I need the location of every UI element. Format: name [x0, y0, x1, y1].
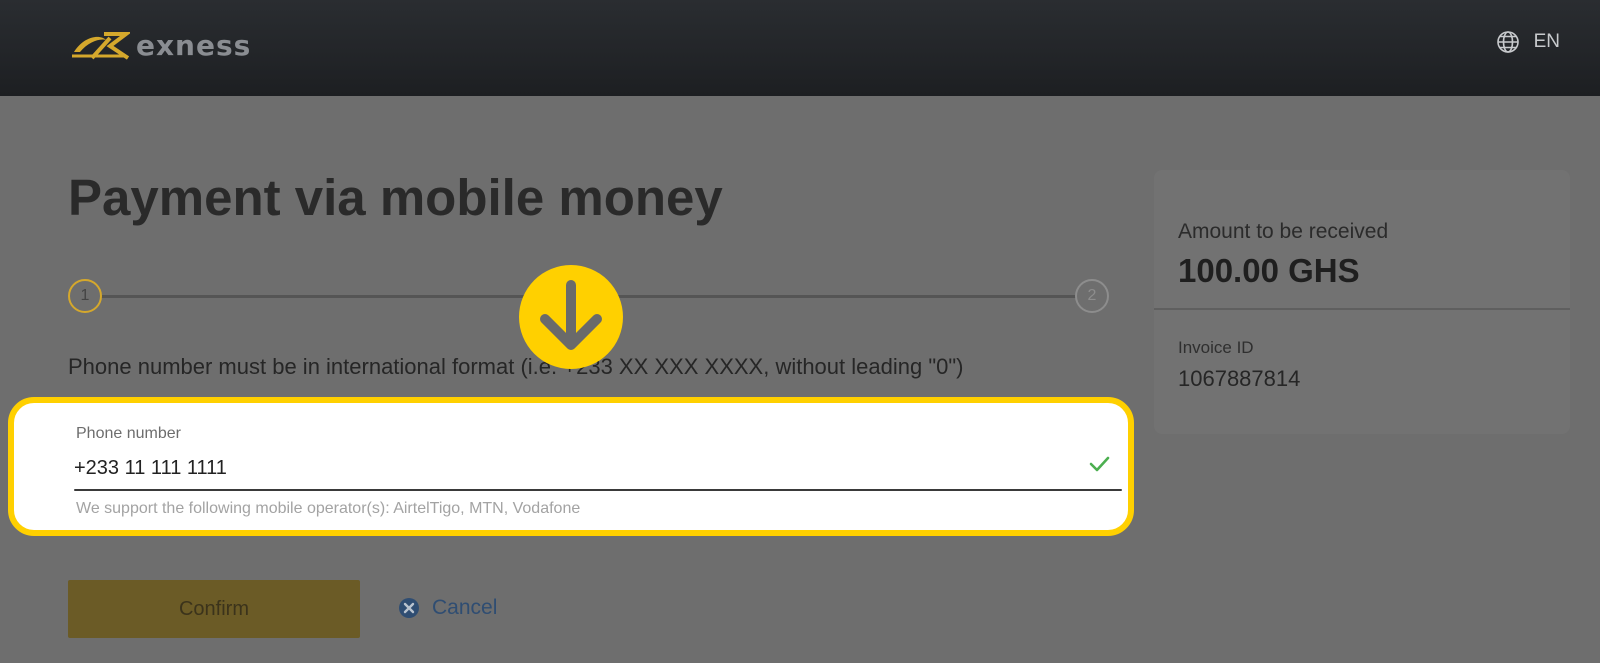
cancel-label: Cancel — [432, 596, 498, 619]
phone-field-label: Phone number — [76, 425, 181, 442]
phone-field-underline — [74, 489, 1122, 491]
phone-number-input[interactable] — [74, 451, 1074, 485]
invoice-id-label: Invoice ID — [1178, 338, 1254, 357]
step-2-indicator: 2 — [1075, 279, 1109, 313]
amount-label: Amount to be received — [1178, 220, 1389, 243]
cancel-link[interactable]: Cancel — [398, 596, 497, 620]
top-header: exness EN — [0, 0, 1600, 96]
globe-icon — [1496, 31, 1519, 53]
attention-arrow-badge — [519, 265, 623, 369]
phone-field-highlight: Phone number We support the following mo… — [8, 397, 1134, 536]
language-label: EN — [1533, 31, 1560, 52]
payment-summary-card: Amount to be received 100.00 GHS Invoice… — [1154, 170, 1570, 434]
supported-operators-text: We support the following mobile operator… — [76, 500, 581, 517]
checkmark-icon — [1089, 456, 1110, 472]
brand-name: exness — [136, 28, 252, 62]
step-1-indicator: 1 — [68, 279, 102, 313]
close-circle-icon — [399, 598, 419, 618]
arrow-down-icon — [540, 280, 602, 350]
phone-format-hint: Phone number must be in international fo… — [68, 354, 964, 379]
page-title: Payment via mobile money — [68, 169, 723, 226]
amount-value: 100.00 GHS — [1178, 252, 1360, 289]
confirm-button[interactable]: Confirm — [68, 580, 360, 638]
exness-logo-icon — [72, 32, 130, 60]
summary-divider — [1154, 308, 1570, 310]
invoice-id-value: 1067887814 — [1178, 366, 1301, 391]
language-selector[interactable]: EN — [1496, 30, 1560, 54]
brand-logo[interactable]: exness — [70, 28, 251, 62]
